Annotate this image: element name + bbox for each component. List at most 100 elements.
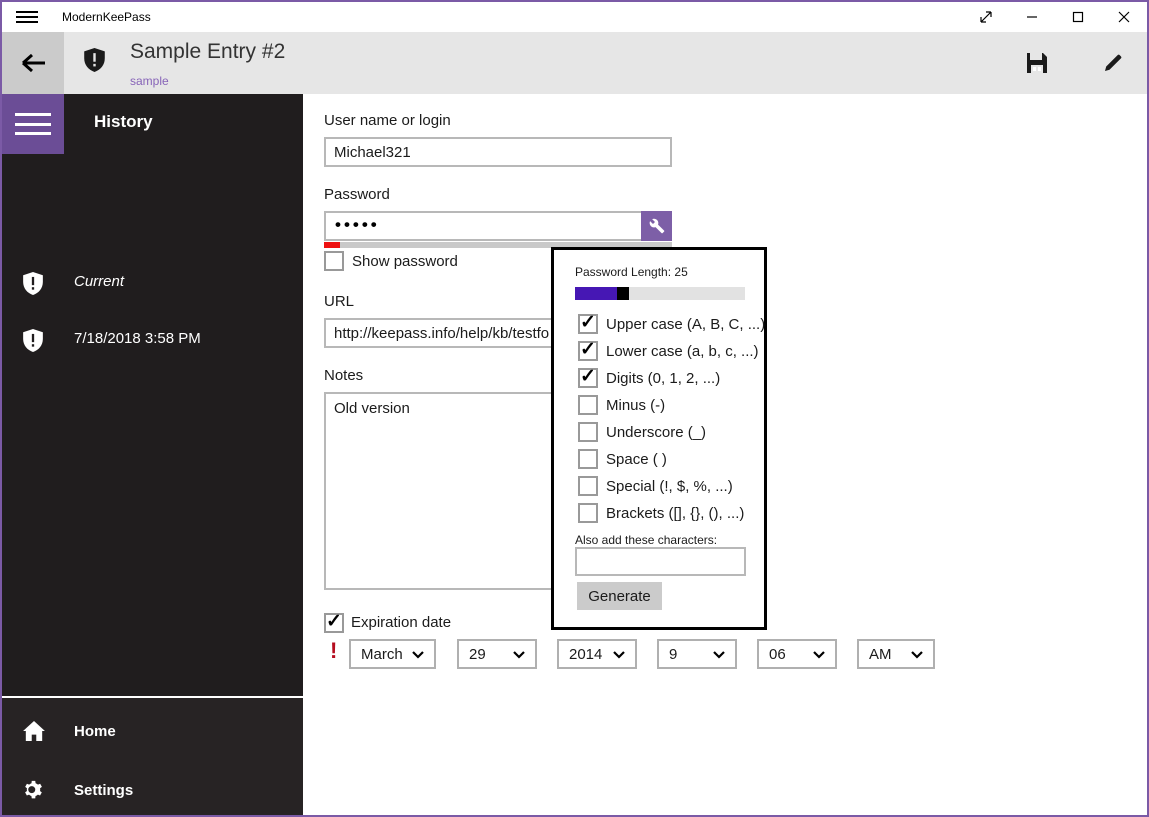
close-icon bbox=[1118, 11, 1130, 23]
chevron-down-icon bbox=[513, 651, 525, 659]
space-checkbox[interactable] bbox=[578, 449, 598, 469]
option-underscore: Underscore (_) bbox=[554, 422, 770, 449]
option-brackets: Brackets ([], {}, (), ...) bbox=[554, 503, 770, 530]
expiration-month-dropdown[interactable]: March bbox=[349, 639, 436, 669]
option-lower-case: ✓ Lower case (a, b, c, ...) bbox=[554, 339, 770, 368]
expiration-label: Expiration date bbox=[351, 614, 452, 631]
window-controls bbox=[963, 2, 1147, 32]
dropdown-value: 9 bbox=[669, 645, 678, 663]
pencil-icon bbox=[1105, 54, 1122, 71]
password-label: Password bbox=[324, 186, 390, 203]
sidebar-item-history-entry[interactable]: 7/18/2018 3:58 PM bbox=[2, 317, 303, 363]
titlebar: ModernKeePass bbox=[2, 2, 1147, 32]
expiration-hour-dropdown[interactable]: 9 bbox=[657, 639, 737, 669]
notes-label: Notes bbox=[324, 367, 364, 384]
dropdown-value: 06 bbox=[769, 645, 786, 663]
check-icon: ✓ bbox=[580, 312, 596, 333]
upper-case-checkbox[interactable]: ✓ bbox=[578, 312, 598, 334]
underscore-checkbox[interactable] bbox=[578, 422, 598, 442]
close-button[interactable] bbox=[1101, 2, 1147, 32]
slider-thumb[interactable] bbox=[617, 287, 629, 300]
home-icon bbox=[23, 721, 45, 741]
nav-item-label: Settings bbox=[74, 782, 134, 799]
maximize-button[interactable] bbox=[1055, 2, 1101, 32]
password-input[interactable]: ••••• bbox=[324, 211, 672, 241]
sidebar-item-current[interactable]: Current bbox=[2, 260, 303, 306]
password-generator-button[interactable] bbox=[641, 211, 672, 241]
password-length-slider[interactable] bbox=[575, 287, 745, 300]
fullscreen-button[interactable] bbox=[963, 2, 1009, 32]
expiration-ampm-dropdown[interactable]: AM bbox=[857, 639, 935, 669]
minimize-button[interactable] bbox=[1009, 2, 1055, 32]
generate-button[interactable]: Generate bbox=[577, 582, 662, 610]
chevron-down-icon bbox=[613, 651, 625, 659]
option-minus: Minus (-) bbox=[554, 395, 770, 422]
sidebar-item-label: Current bbox=[74, 273, 125, 290]
save-icon bbox=[1027, 53, 1047, 73]
wrench-icon bbox=[649, 218, 664, 234]
option-label: Brackets ([], {}, (), ...) bbox=[606, 505, 745, 522]
special-checkbox[interactable] bbox=[578, 476, 598, 496]
lower-case-checkbox[interactable]: ✓ bbox=[578, 339, 598, 361]
sidebar-item-label: 7/18/2018 3:58 PM bbox=[74, 330, 201, 347]
shield-icon bbox=[23, 272, 43, 295]
maximize-icon bbox=[1072, 11, 1084, 23]
url-label: URL bbox=[324, 293, 355, 310]
password-generator-popup: Password Length: 25 ✓ Upper case (A, B, … bbox=[551, 247, 767, 630]
brackets-checkbox[interactable] bbox=[578, 503, 598, 523]
dropdown-value: March bbox=[361, 645, 403, 663]
expiration-year-dropdown[interactable]: 2014 bbox=[557, 639, 637, 669]
sidebar-item-home[interactable]: Home bbox=[2, 710, 303, 756]
also-add-label: Also add these characters: bbox=[575, 533, 718, 547]
password-length-label: Password Length: 25 bbox=[575, 265, 688, 279]
back-button[interactable] bbox=[2, 32, 64, 94]
shield-icon bbox=[23, 329, 43, 352]
show-password-checkbox[interactable] bbox=[324, 251, 344, 271]
option-upper-case: ✓ Upper case (A, B, C, ...) bbox=[554, 312, 770, 341]
minimize-icon bbox=[1027, 16, 1037, 18]
option-label: Lower case (a, b, c, ...) bbox=[606, 343, 759, 360]
digits-checkbox[interactable]: ✓ bbox=[578, 366, 598, 388]
history-sidebar: History Current 7/18/2018 3:58 PM Home S… bbox=[2, 94, 303, 815]
group-link[interactable]: sample bbox=[130, 74, 169, 88]
password-masked-value: ••••• bbox=[335, 215, 380, 234]
edit-button[interactable] bbox=[1090, 32, 1136, 94]
option-special: Special (!, $, %, ...) bbox=[554, 476, 770, 503]
chevron-down-icon bbox=[713, 651, 725, 659]
dropdown-value: AM bbox=[869, 645, 892, 663]
expiration-minute-dropdown[interactable]: 06 bbox=[757, 639, 837, 669]
option-label: Special (!, $, %, ...) bbox=[606, 478, 733, 495]
check-icon: ✓ bbox=[326, 611, 342, 632]
sidebar-bottom-nav: Home Settings bbox=[2, 698, 303, 815]
check-icon: ✓ bbox=[580, 366, 596, 387]
nav-item-label: Home bbox=[74, 723, 116, 740]
expiration-day-dropdown[interactable]: 29 bbox=[457, 639, 537, 669]
password-strength-fill bbox=[324, 242, 340, 248]
check-icon: ✓ bbox=[580, 339, 596, 360]
diagonal-resize-icon bbox=[980, 11, 992, 23]
option-label: Upper case (A, B, C, ...) bbox=[606, 316, 766, 333]
expiration-checkbox[interactable]: ✓ bbox=[324, 611, 344, 633]
dropdown-value: 29 bbox=[469, 645, 486, 663]
option-label: Underscore (_) bbox=[606, 424, 707, 441]
gear-icon bbox=[25, 780, 42, 799]
save-button[interactable] bbox=[1014, 32, 1060, 94]
hamburger-icon bbox=[15, 113, 51, 135]
app-window: ModernKeePass Sample Entry #2 sample His… bbox=[0, 0, 1149, 817]
option-digits: ✓ Digits (0, 1, 2, ...) bbox=[554, 366, 770, 395]
chevron-down-icon bbox=[412, 651, 424, 659]
app-title: ModernKeePass bbox=[62, 10, 151, 24]
also-add-input[interactable] bbox=[575, 547, 746, 576]
sidebar-item-settings[interactable]: Settings bbox=[2, 769, 303, 815]
titlebar-hamburger-icon[interactable] bbox=[16, 9, 38, 25]
dropdown-value: 2014 bbox=[569, 645, 603, 663]
expiration-warning-icon: ! bbox=[330, 638, 338, 663]
chevron-down-icon bbox=[813, 651, 825, 659]
slider-fill bbox=[575, 287, 617, 300]
show-password-label: Show password bbox=[352, 253, 458, 270]
chevron-down-icon bbox=[911, 651, 923, 659]
back-arrow-icon bbox=[22, 53, 45, 73]
username-input[interactable] bbox=[324, 137, 672, 167]
minus-checkbox[interactable] bbox=[578, 395, 598, 415]
menu-button[interactable] bbox=[2, 94, 64, 154]
